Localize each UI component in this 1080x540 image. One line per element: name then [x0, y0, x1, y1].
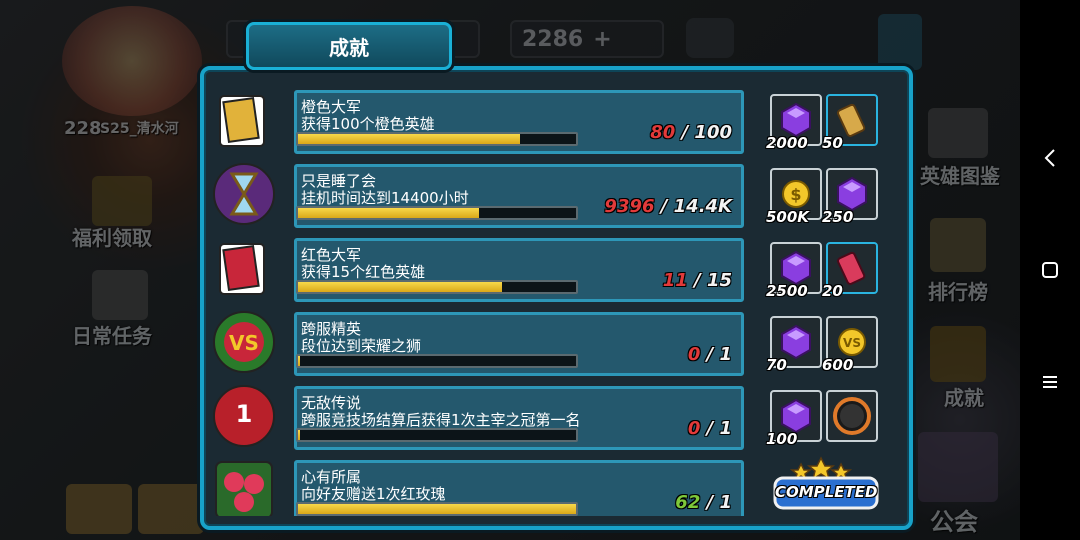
rose-icon: [210, 458, 278, 516]
svg-text:$: $: [790, 185, 801, 204]
progress-text: 11 / 15: [663, 270, 732, 291]
achievement-list[interactable]: 橙色大军 获得100个橙色英雄 80 / 100 2000 50 只是睡了会 挂机时间达到1…: [206, 80, 906, 516]
progress-bar-fill: [298, 504, 576, 514]
reward-amount: 2500: [766, 282, 808, 300]
purple-gem-reward[interactable]: 2500: [766, 242, 822, 300]
progress-bar: [296, 502, 578, 516]
menu-icon[interactable]: [1038, 370, 1062, 394]
progress-bar-fill: [298, 134, 521, 144]
achievement-row: VS 跨服精英 段位达到荣耀之狮 0 / 1 70 VS 600: [206, 306, 906, 376]
achievement-desc: 获得100个橙色英雄: [301, 115, 435, 133]
gold-coin-reward[interactable]: $500K: [766, 168, 822, 226]
purple-gem-reward[interactable]: 250: [822, 168, 878, 226]
progress-current: 0: [687, 418, 701, 439]
achievement-desc: 段位达到荣耀之狮: [301, 337, 422, 355]
reward-amount: 20: [822, 282, 843, 300]
svg-text:VS: VS: [843, 336, 861, 350]
svg-text:1: 1: [236, 400, 253, 428]
vs-laurel-icon: VS: [210, 310, 278, 374]
red-scroll-reward[interactable]: 20: [822, 242, 878, 300]
progress-current: 62: [675, 492, 701, 513]
completed-badge[interactable]: COMPLETED: [771, 456, 881, 512]
progress-bar: [296, 132, 578, 146]
progress-current: 80: [650, 122, 676, 143]
progress-bar-fill: [298, 208, 479, 218]
progress-text: 0 / 1: [688, 418, 732, 439]
panel-title: 成就: [246, 22, 452, 70]
purple-gem-reward[interactable]: 2000: [766, 94, 822, 152]
progress-max: 1: [719, 344, 732, 365]
progress-text: 62 / 1: [675, 492, 732, 513]
progress-separator: /: [700, 344, 720, 365]
achievement-row: 橙色大军 获得100个橙色英雄 80 / 100 2000 50: [206, 84, 906, 154]
progress-separator: /: [700, 492, 720, 513]
achievement-row: 红色大军 获得15个红色英雄 11 / 15 2500 20: [206, 232, 906, 302]
back-icon[interactable]: [1038, 146, 1062, 170]
progress-max: 14.4K: [673, 196, 732, 217]
reward-amount: 100: [766, 430, 798, 448]
progress-bar-fill: [298, 356, 300, 366]
avatar-frame-icon: [828, 392, 876, 444]
progress-bar-fill: [298, 282, 502, 292]
orange-cards-icon: [210, 88, 278, 152]
achievement-desc: 向好友赠送1次红玫瑰: [301, 485, 446, 503]
purple-gem-reward[interactable]: 100: [766, 390, 822, 448]
progress-bar: [296, 206, 578, 220]
vs-coin-reward[interactable]: VS 600: [822, 316, 878, 374]
achievement-row: 只是睡了会 挂机时间达到14400小时 9396 / 14.4K $500K 250: [206, 158, 906, 228]
hourglass-icon: [210, 162, 278, 226]
progress-text: 0 / 1: [688, 344, 732, 365]
progress-text: 80 / 100: [650, 122, 732, 143]
progress-bar: [296, 428, 578, 442]
progress-separator: /: [654, 196, 674, 217]
progress-max: 15: [706, 270, 732, 291]
reward-amount: 600: [822, 356, 854, 374]
achievement-desc: 挂机时间达到14400小时: [301, 189, 469, 207]
achievement-desc: 跨服竞技场结算后获得1次主宰之冠第一名: [301, 411, 581, 429]
avatar-frame-reward[interactable]: [826, 390, 878, 442]
progress-separator: /: [675, 122, 695, 143]
progress-bar-fill: [298, 430, 300, 440]
progress-separator: /: [700, 418, 720, 439]
achievement-row: 心有所属 向好友赠送1次红玫瑰 62 / 1 COMPLETED: [206, 454, 906, 516]
completed-label: COMPLETED: [775, 483, 878, 501]
reward-amount: 250: [822, 208, 854, 226]
progress-text: 9396 / 14.4K: [604, 196, 732, 217]
reward-amount: 2000: [766, 134, 808, 152]
progress-current: 11: [662, 270, 688, 291]
progress-current: 9396: [604, 196, 655, 217]
progress-bar: [296, 354, 578, 368]
reward-amount: 500K: [766, 208, 809, 226]
progress-max: 1: [719, 492, 732, 513]
progress-max: 1: [719, 418, 732, 439]
first-place-icon: 1: [210, 384, 278, 448]
progress-max: 100: [694, 122, 732, 143]
red-cards-icon: [210, 236, 278, 300]
progress-separator: /: [687, 270, 707, 291]
progress-bar: [296, 280, 578, 294]
reward-amount: 50: [822, 134, 843, 152]
home-icon[interactable]: [1038, 258, 1062, 282]
progress-current: 0: [687, 344, 701, 365]
scroll-reward[interactable]: 50: [822, 94, 878, 152]
system-nav-bar: [1020, 0, 1080, 540]
achievement-row: 1 无敌传说 跨服竞技场结算后获得1次主宰之冠第一名 0 / 1 100: [206, 380, 906, 450]
achievement-desc: 获得15个红色英雄: [301, 263, 426, 281]
reward-amount: 70: [766, 356, 787, 374]
svg-text:VS: VS: [229, 331, 259, 355]
purple-gem-reward[interactable]: 70: [766, 316, 822, 374]
